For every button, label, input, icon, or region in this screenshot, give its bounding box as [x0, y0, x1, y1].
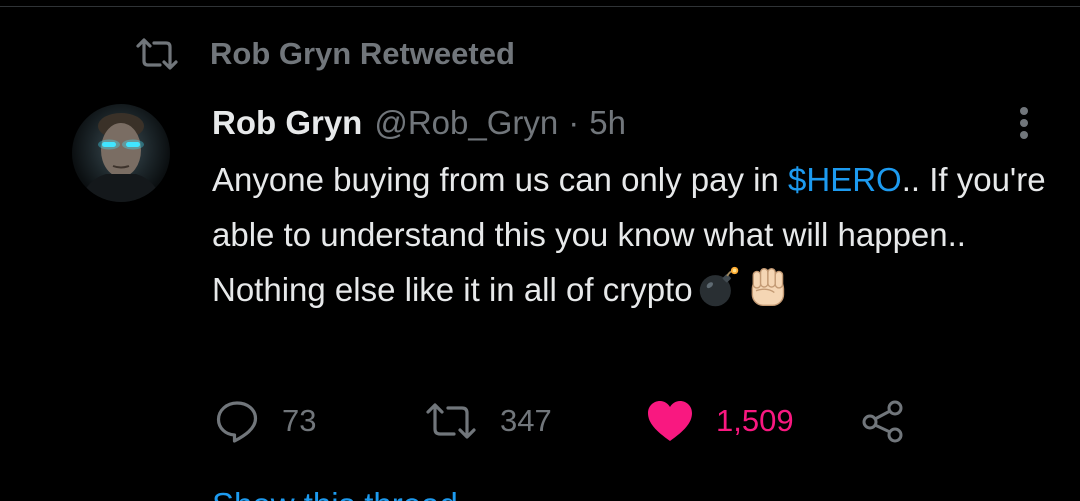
retweet-button[interactable]: 347 — [424, 396, 552, 446]
like-count: 1,509 — [716, 403, 794, 438]
author-name[interactable]: Rob Gryn — [212, 104, 362, 142]
tweet-text: Anyone buying from us can only pay in $H… — [212, 152, 1062, 325]
like-button[interactable]: 1,509 — [646, 396, 794, 446]
retweet-icon — [136, 38, 178, 70]
retweet-icon — [426, 403, 476, 439]
dot-separator: · — [568, 104, 580, 141]
timestamp[interactable]: 5h — [589, 104, 626, 142]
author-handle[interactable]: @Rob_Gryn — [374, 104, 558, 142]
retweet-count: 347 — [500, 403, 552, 438]
show-thread-link[interactable]: Show this thread — [212, 486, 458, 501]
tweet-screen: Rob Gryn Retweeted Rob Gryn @Rob_Gryn · … — [0, 0, 1080, 501]
raised-fist-icon — [751, 267, 784, 307]
bomb-emoji — [697, 265, 741, 325]
more-options-button[interactable] — [1004, 100, 1044, 146]
share-icon — [862, 400, 903, 443]
heart-icon — [648, 401, 692, 441]
avatar-portrait — [80, 113, 162, 202]
avatar[interactable] — [72, 104, 170, 202]
reply-count: 73 — [282, 403, 317, 438]
cashtag-link[interactable]: $HERO — [788, 161, 902, 198]
top-divider — [0, 6, 1080, 7]
retweet-context[interactable]: Rob Gryn Retweeted — [134, 34, 515, 74]
more-icon — [1020, 107, 1028, 139]
author-row: Rob Gryn @Rob_Gryn · 5h — [212, 100, 626, 146]
bomb-icon — [699, 266, 738, 307]
reply-button[interactable]: 73 — [214, 396, 316, 446]
raised-fist-emoji — [745, 265, 789, 325]
share-button[interactable] — [860, 396, 906, 446]
tweet-text-before: Anyone buying from us can only pay in — [212, 161, 789, 198]
retweet-label: Rob Gryn Retweeted — [210, 36, 515, 71]
reply-icon — [216, 401, 258, 443]
